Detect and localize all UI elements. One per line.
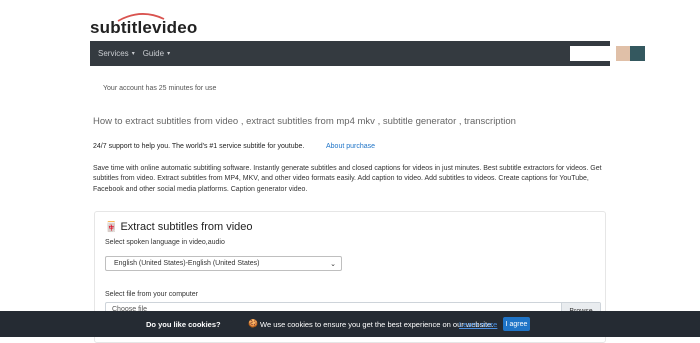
language-select[interactable]: English (United States)-English (United … bbox=[105, 256, 342, 271]
page-heading: How to extract subtitles from video , ex… bbox=[93, 116, 516, 127]
language-select-value: English (United States)-English (United … bbox=[114, 260, 260, 267]
cookie-icon: 🍪 bbox=[248, 319, 258, 328]
agree-button[interactable]: I agree bbox=[503, 317, 530, 331]
logout-icon: ⮞ bbox=[571, 48, 578, 57]
file-label: Select file from your computer bbox=[105, 291, 198, 298]
nav-services-label: Services bbox=[98, 49, 129, 58]
avatar-swatch bbox=[616, 46, 630, 61]
account-status: Your account has 25 minutes for use bbox=[103, 85, 217, 92]
subtitles-icon: 🀄 bbox=[105, 221, 118, 233]
nav-services[interactable]: Services ▾ bbox=[98, 49, 135, 58]
card-title: 🀄 Extract subtitles from video bbox=[105, 221, 253, 233]
learn-more-link[interactable]: Learn more bbox=[459, 320, 497, 329]
logo-text: subtitlevideo bbox=[90, 18, 198, 37]
logout-button[interactable]: ⮞ Logout bbox=[572, 48, 604, 58]
language-label: Select spoken language in video,audio bbox=[105, 239, 225, 246]
chevron-down-icon: ⌄ bbox=[330, 261, 336, 268]
about-purchase-link[interactable]: About purchase bbox=[326, 143, 375, 150]
avatar-swatch bbox=[645, 46, 655, 61]
top-navbar: Services ▾ Guide ▾ ⮞ Logout bbox=[90, 41, 655, 66]
nav-guide[interactable]: Guide ▾ bbox=[143, 49, 170, 58]
support-text: 24/7 support to help you. The world's #1… bbox=[93, 143, 305, 150]
cookie-banner: Do you like cookies? 🍪 We use cookies to… bbox=[0, 311, 700, 337]
nav-guide-label: Guide bbox=[142, 49, 165, 58]
logout-label: Logout bbox=[579, 48, 604, 58]
card-title-text: Extract subtitles from video bbox=[120, 221, 253, 233]
caret-down-icon: ▾ bbox=[167, 51, 171, 57]
cookie-question: Do you like cookies? bbox=[146, 320, 221, 329]
caret-down-icon: ▾ bbox=[131, 51, 135, 57]
avatar-swatch bbox=[630, 46, 645, 61]
description-paragraph: Save time with online automatic subtitli… bbox=[93, 165, 602, 193]
